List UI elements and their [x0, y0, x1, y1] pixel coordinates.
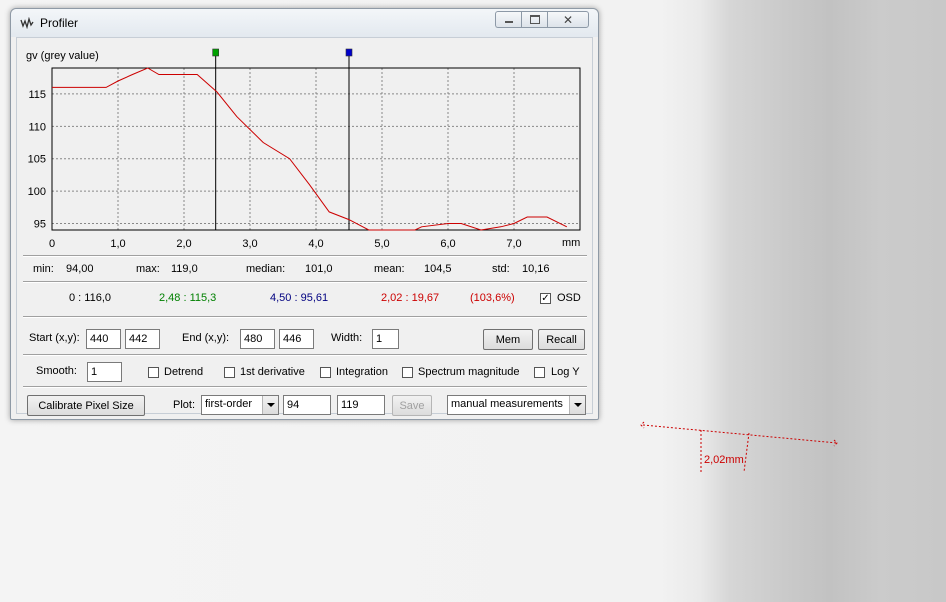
end-label: End (x,y):: [182, 332, 230, 344]
readout-origin: 0 : 116,0: [69, 292, 111, 304]
x-tick-label: 2,0: [176, 238, 191, 250]
measurement-end-marker-right: [833, 439, 838, 447]
width-input[interactable]: [372, 329, 399, 349]
start-x-input[interactable]: [86, 329, 121, 349]
readout-delta-percent: (103,6%): [470, 292, 515, 304]
profile-series-line: [52, 67, 568, 231]
mode-value: manual measurements: [451, 398, 563, 410]
smooth-label: Smooth:: [36, 365, 77, 377]
log-y-checkbox[interactable]: [534, 367, 545, 378]
close-icon: ✕: [562, 12, 574, 27]
end-y-input[interactable]: [279, 329, 314, 349]
y-tick-label: 95: [34, 219, 46, 231]
maximize-button[interactable]: [521, 11, 547, 28]
plot-label: Plot:: [173, 399, 196, 411]
detrend-label: Detrend: [164, 366, 204, 378]
first-derivative-label: 1st derivative: [240, 366, 305, 378]
stat-mean-label: mean:: [374, 263, 405, 275]
stat-median-value: 101,0: [305, 263, 333, 275]
y-tick-label: 115: [28, 89, 46, 101]
x-tick-label: 0: [49, 238, 55, 250]
readout-cursor2: 4,50 : 95,61: [270, 292, 329, 304]
save-button[interactable]: Save: [392, 395, 432, 416]
minimize-icon: [504, 21, 513, 23]
maximize-icon: [529, 15, 540, 24]
plot-type-select[interactable]: first-order: [201, 395, 279, 415]
osd-checkbox[interactable]: ✓: [540, 293, 551, 304]
plot-type-value: first-order: [205, 398, 253, 410]
title-bar[interactable]: Profiler ✕: [11, 9, 598, 37]
width-label: Width:: [331, 332, 363, 344]
minimize-button[interactable]: [495, 11, 521, 28]
readout-cursor1: 2,48 : 115,3: [159, 292, 217, 304]
x-unit-label: mm: [562, 237, 580, 249]
close-button[interactable]: ✕: [547, 11, 589, 28]
start-label: Start (x,y):: [29, 332, 80, 344]
stat-max-value: 119,0: [171, 263, 198, 275]
x-tick-label: 3,0: [242, 238, 257, 250]
y-tick-label: 100: [28, 186, 46, 198]
x-tick-label: 1,0: [110, 238, 125, 250]
cursor-marker-1: [212, 48, 219, 57]
profile-chart: gv (grey value) 0 1,0 2,0 3,0 4,0 5,0 6,0 7,0 95…: [26, 48, 581, 250]
integration-checkbox[interactable]: [320, 367, 331, 378]
measurement-label: 2,02mm: [704, 454, 744, 466]
stat-min-label: min:: [33, 263, 54, 275]
y-tick-label: 105: [28, 154, 46, 166]
x-tick-label: 7,0: [506, 238, 521, 250]
profiler-content: gv (grey value) 0 1,0 2,0 3,0 4,0 5,0 6,0 7,0 95…: [16, 37, 593, 416]
spectrum-magnitude-label: Spectrum magnitude: [418, 366, 520, 378]
spectrum-magnitude-checkbox[interactable]: [402, 367, 413, 378]
cursor-marker-2: [345, 48, 353, 57]
log-y-label: Log Y: [551, 366, 580, 378]
measurement-tick-right: [743, 432, 750, 473]
profiler-window: Profiler ✕ gv (grey value) 0 1,0 2,0 3,0 4,0…: [10, 8, 599, 420]
checkmark-icon: ✓: [541, 293, 550, 304]
x-tick-label: 4,0: [308, 238, 323, 250]
chevron-down-icon: [573, 403, 582, 407]
plot-min-input[interactable]: [283, 395, 331, 415]
osd-label: OSD: [557, 292, 581, 304]
y-tick-label: 110: [28, 121, 46, 133]
stat-median-label: median:: [246, 263, 286, 275]
integration-label: Integration: [336, 366, 388, 378]
calibrate-pixel-size-button[interactable]: Calibrate Pixel Size: [27, 395, 145, 416]
end-x-input[interactable]: [240, 329, 275, 349]
stat-max-label: max:: [136, 263, 160, 275]
start-y-input[interactable]: [125, 329, 160, 349]
stat-mean-value: 104,5: [424, 263, 452, 275]
stat-std-label: std:: [492, 263, 510, 275]
window-title: Profiler: [40, 16, 79, 30]
mode-select[interactable]: manual measurements: [447, 395, 586, 415]
x-tick-label: 6,0: [440, 238, 455, 250]
measurement-line: [642, 424, 838, 444]
measurement-end-marker-left: [640, 421, 645, 429]
first-derivative-checkbox[interactable]: [224, 367, 235, 378]
mem-button[interactable]: Mem: [483, 329, 533, 350]
stat-std-value: 10,16: [522, 263, 550, 275]
recall-button[interactable]: Recall: [538, 329, 585, 350]
stat-min-value: 94,00: [66, 263, 94, 275]
y-axis-label: gv (grey value): [26, 50, 99, 62]
x-tick-label: 5,0: [374, 238, 389, 250]
profile-curve-icon: [20, 17, 34, 29]
smooth-input[interactable]: [87, 362, 122, 382]
plot-max-input[interactable]: [337, 395, 385, 415]
readout-delta: 2,02 : 19,67: [381, 292, 440, 304]
detrend-checkbox[interactable]: [148, 367, 159, 378]
chevron-down-icon: [266, 403, 275, 407]
